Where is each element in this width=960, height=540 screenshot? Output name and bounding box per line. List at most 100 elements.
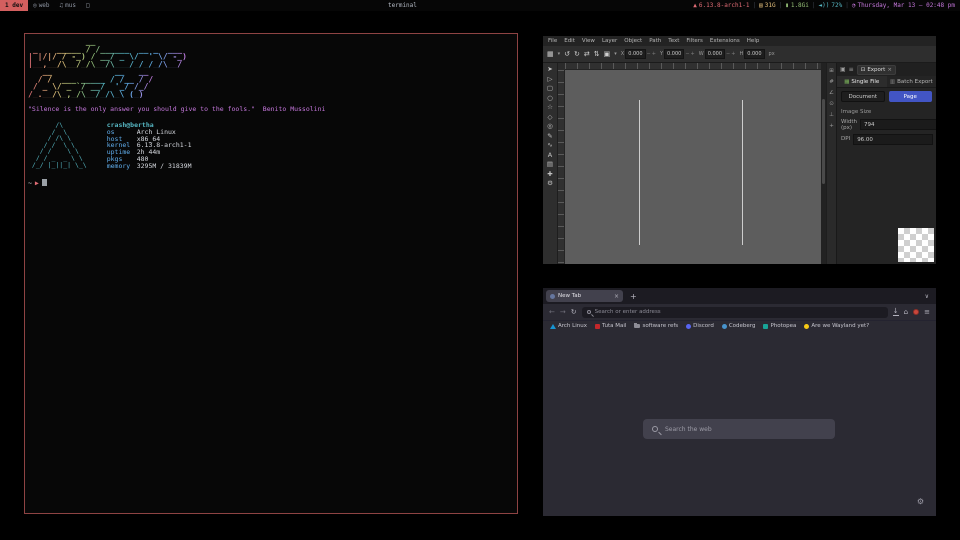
web-search-input[interactable] <box>665 426 826 433</box>
tab-single-file[interactable]: ▦ Single File <box>837 76 887 87</box>
x-coordinate-field[interactable]: X 0.000 − + <box>621 49 656 59</box>
bookmark-photopea[interactable]: Photopea <box>763 323 796 329</box>
y-coordinate-field[interactable]: Y 0.000 − + <box>660 49 695 59</box>
canvas-scrollbar[interactable] <box>821 63 826 264</box>
tab-batch-export[interactable]: ▥ Batch Export <box>887 76 937 87</box>
box3d-tool-icon[interactable]: ◇ <box>548 114 553 121</box>
menu-text[interactable]: Text <box>668 38 679 44</box>
bookmark-folder-software-refs[interactable]: software refs <box>634 323 678 329</box>
list-tabs-chevron-icon[interactable]: ∨ <box>925 293 929 300</box>
home-button[interactable]: ⌂ <box>904 309 908 316</box>
bbox-mode-icon[interactable]: ▣ <box>604 51 611 58</box>
snap-perpendicular-icon[interactable]: ⊥ <box>829 112 834 118</box>
snap-intersection-icon[interactable]: + <box>829 123 834 129</box>
flip-vertical-icon[interactable]: ⇅ <box>594 51 600 58</box>
menu-edit[interactable]: Edit <box>564 38 575 44</box>
gradient-tool-icon[interactable]: ▤ <box>547 161 553 168</box>
tab-bar: New Tab × + ∨ <box>543 288 936 304</box>
shell-prompt[interactable]: ~ ▶ <box>28 179 517 187</box>
back-button[interactable]: ← <box>549 309 555 316</box>
plus-stepper[interactable]: + <box>691 51 695 57</box>
scrollbar-thumb[interactable] <box>822 99 825 183</box>
dpi-row: DPI <box>837 133 936 147</box>
drawing-canvas[interactable] <box>565 70 821 264</box>
export-dpi-input[interactable] <box>853 134 933 145</box>
w-value[interactable]: 0.000 <box>705 49 725 59</box>
node-tool-icon[interactable]: ▷ <box>548 76 553 83</box>
reload-button[interactable]: ↻ <box>571 309 577 316</box>
rectangle-tool-icon[interactable]: ▢ <box>547 85 553 92</box>
h-value[interactable]: 0.000 <box>744 49 764 59</box>
menu-object[interactable]: Object <box>624 38 642 44</box>
selector-tool-icon[interactable]: ➤ <box>547 66 552 73</box>
star-tool-icon[interactable]: ☆ <box>547 104 553 111</box>
menu-path[interactable]: Path <box>649 38 661 44</box>
forward-button[interactable]: → <box>560 309 566 316</box>
menu-button[interactable]: ≡ <box>924 309 930 316</box>
close-icon[interactable]: × <box>887 67 892 73</box>
snap-grid-icon[interactable]: # <box>829 79 834 85</box>
dropper-tool-icon[interactable]: ✚ <box>547 171 552 178</box>
units-dropdown[interactable]: px <box>769 51 775 57</box>
tab-new-tab[interactable]: New Tab × <box>546 290 623 302</box>
menu-filters[interactable]: Filters <box>686 38 703 44</box>
x-value[interactable]: 0.000 <box>625 49 645 59</box>
export-dialog-tab[interactable]: ⊡ Export × <box>857 65 896 75</box>
new-tab-button[interactable]: + <box>630 292 637 301</box>
chevron-down-icon[interactable]: ▾ <box>558 51 561 58</box>
flip-horizontal-icon[interactable]: ⇄ <box>584 51 590 58</box>
workspace-tag-mus[interactable]: ♫ mus <box>55 0 81 11</box>
bookmark-discord[interactable]: Discord <box>686 323 714 329</box>
web-search-box[interactable] <box>643 419 835 439</box>
menu-extensions[interactable]: Extensions <box>710 38 740 44</box>
bookmark-are-we-wayland-yet[interactable]: Are we Wayland yet? <box>804 323 869 329</box>
pencil-tool-icon[interactable]: ✎ <box>547 133 552 140</box>
bookmark-tuta-mail[interactable]: Tuta Mail <box>595 323 626 329</box>
layout-icon[interactable]: □ <box>86 2 90 9</box>
rotate-ccw-icon[interactable]: ↺ <box>564 51 570 58</box>
codeberg-icon <box>722 324 727 329</box>
horizontal-ruler[interactable] <box>565 63 821 70</box>
snap-bbox-icon[interactable]: ⊞ <box>829 68 834 74</box>
terminal-window[interactable]: __ _ _____ / /______ __ _ ___ | |/|/ / -… <box>24 33 518 514</box>
rotate-cw-icon[interactable]: ↻ <box>574 51 580 58</box>
minus-stepper[interactable]: − <box>647 51 651 57</box>
preferences-icon[interactable]: ⚙ <box>547 180 553 187</box>
spiral-tool-icon[interactable]: ◎ <box>547 123 553 130</box>
bookmark-codeberg[interactable]: Codeberg <box>722 323 756 329</box>
export-width-input[interactable] <box>860 119 936 130</box>
workspace-tag-dev[interactable]: 1 dev <box>0 0 28 11</box>
y-value[interactable]: 0.000 <box>664 49 684 59</box>
menu-help[interactable]: Help <box>747 38 760 44</box>
menu-file[interactable]: File <box>548 38 557 44</box>
close-icon[interactable]: × <box>614 293 619 300</box>
minus-stepper[interactable]: − <box>726 51 730 57</box>
browser-window: New Tab × + ∨ ← → ↻ ↓ ⌂ ≡ Arch Linux <box>543 288 936 516</box>
minus-stepper[interactable]: − <box>685 51 689 57</box>
plus-stepper[interactable]: + <box>731 51 735 57</box>
ellipse-tool-icon[interactable]: ○ <box>547 95 553 102</box>
bookmark-arch-linux[interactable]: Arch Linux <box>550 323 587 329</box>
plus-stepper[interactable]: + <box>652 51 656 57</box>
snap-center-icon[interactable]: ⊙ <box>829 101 834 107</box>
menu-view[interactable]: View <box>582 38 595 44</box>
url-input[interactable] <box>595 309 883 315</box>
workspace-tag-web[interactable]: ◎ web <box>28 0 54 11</box>
snap-angle-icon[interactable]: ∠ <box>829 90 834 96</box>
chevron-down-icon[interactable]: ▾ <box>614 51 617 58</box>
downloads-button[interactable]: ↓ <box>893 308 899 317</box>
menu-layer[interactable]: Layer <box>602 38 617 44</box>
layers-dialog-icon[interactable]: ≡ <box>849 66 854 73</box>
calligraphy-tool-icon[interactable]: ∿ <box>547 142 552 149</box>
vertical-ruler[interactable] <box>558 70 565 264</box>
selection-mode-icon[interactable]: ▦ <box>547 51 554 58</box>
url-bar[interactable] <box>582 307 888 318</box>
width-field[interactable]: W 0.000 − + <box>699 49 736 59</box>
page-button[interactable]: Page <box>889 91 933 102</box>
height-field[interactable]: H 0.000 <box>739 49 764 59</box>
page-settings-gear-icon[interactable]: ⚙ <box>917 498 924 506</box>
text-tool-icon[interactable]: A <box>548 152 552 159</box>
document-button[interactable]: Document <box>841 91 885 102</box>
extension-icon[interactable] <box>913 309 919 315</box>
objects-dialog-icon[interactable]: ▣ <box>840 66 846 73</box>
